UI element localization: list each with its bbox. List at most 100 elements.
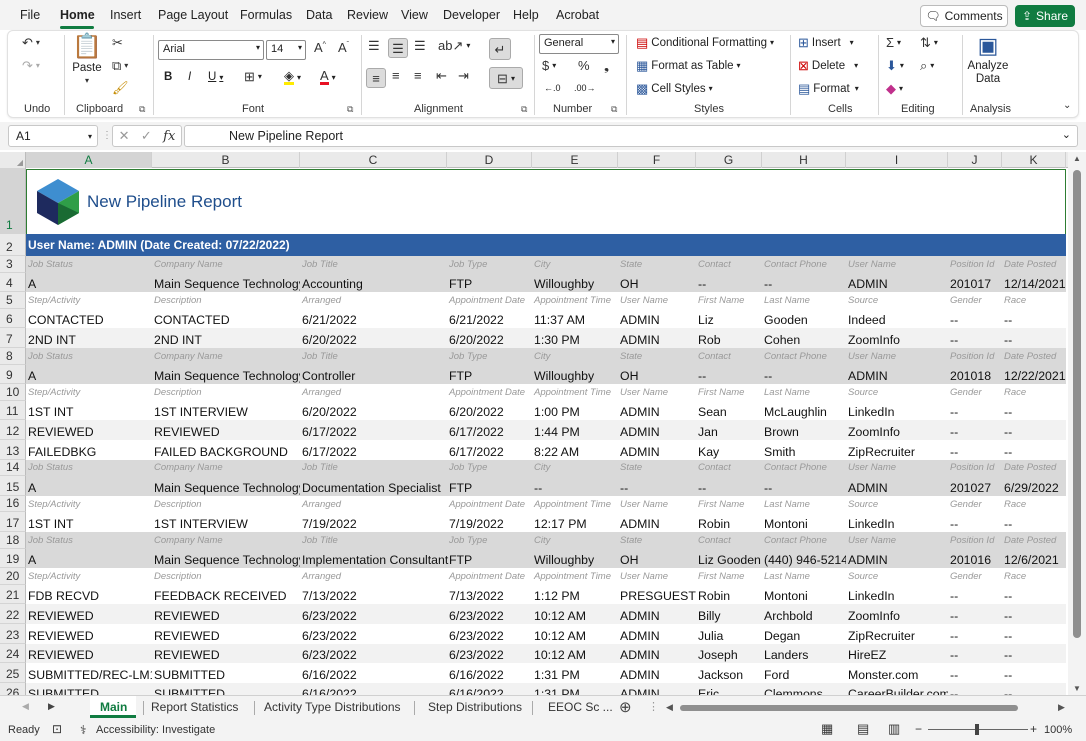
cell-e21[interactable]: 1:12 PM [532,585,618,605]
row-header-26[interactable]: 26 [0,682,26,695]
tab-split-icon[interactable]: ⋮ [648,700,659,713]
worksheet-grid[interactable]: ABCDEFGHIJK ◢ 1 2 3 4 5 6 7 8 9 10 11 12 13 14 15 16 17 1… [0,152,1068,695]
next-sheet-icon[interactable]: ▶ [48,701,55,712]
insert-function-icon[interactable]: fx [163,129,175,144]
increase-decimal-button[interactable]: ←.0 [544,83,561,93]
cell-a15[interactable]: A [26,476,152,496]
column-header-f[interactable]: F [618,152,696,168]
conditional-formatting-button[interactable]: ▤ Conditional Formatting ▾ [636,36,774,49]
cell-k6[interactable]: -- [1002,309,1066,329]
cell-k15[interactable]: 6/29/2022 [1002,476,1066,496]
menu-view[interactable]: View [401,8,428,22]
cell-e9[interactable]: Willoughby [532,365,618,385]
cell-f23[interactable]: ADMIN [618,624,696,644]
cell-i12[interactable]: ZoomInfo [846,420,948,440]
row-header-12[interactable]: 12 [0,420,26,440]
font-launcher-icon[interactable]: ⧉ [347,104,353,115]
cut-button[interactable]: ✂ [112,36,123,49]
cell-d6[interactable]: 6/21/2022 [447,309,532,329]
cell-a12[interactable]: REVIEWED [26,420,152,440]
cell-b11[interactable]: 1ST INTERVIEW [152,401,300,421]
cell-e15[interactable]: -- [532,476,618,496]
sort-filter-button[interactable]: ⇅ ▾ [920,36,938,49]
cell-h11[interactable]: McLaughlin [762,401,846,421]
cell-g25[interactable]: Jackson [696,663,762,683]
accessibility-icon[interactable]: ⚕ [80,723,87,737]
cell-c22[interactable]: 6/23/2022 [300,604,447,624]
clipboard-launcher-icon[interactable]: ⧉ [139,104,145,115]
borders-button[interactable]: ⊞ ▾ [244,70,262,83]
cell-g19[interactable]: Liz Gooden [696,549,762,569]
cell-i23[interactable]: ZipRecruiter [846,624,948,644]
cell-g23[interactable]: Julia [696,624,762,644]
cell-j21[interactable]: -- [948,585,1002,605]
italic-button[interactable]: I [188,71,191,83]
cell-e22[interactable]: 10:12 AM [532,604,618,624]
row-header-18[interactable]: 18 [0,532,26,549]
cell-j19[interactable]: 201016 [948,549,1002,569]
accessibility-status[interactable]: Accessibility: Investigate [96,724,215,736]
cell-b21[interactable]: FEEDBACK RECEIVED [152,585,300,605]
cell-h25[interactable]: Ford [762,663,846,683]
sheet-tab-3[interactable]: Step Distributions [428,700,522,714]
cell-a17[interactable]: 1ST INT [26,512,152,532]
menu-file[interactable]: File [20,8,40,22]
cell-k13[interactable]: -- [1002,440,1066,460]
number-launcher-icon[interactable]: ⧉ [611,104,617,115]
cell-h12[interactable]: Brown [762,420,846,440]
cell-d13[interactable]: 6/17/2022 [447,440,532,460]
cell-k11[interactable]: -- [1002,401,1066,421]
row-header-2[interactable]: 2 [0,234,26,256]
column-header-k[interactable]: K [1002,152,1066,168]
cell-i9[interactable]: ADMIN [846,365,948,385]
top-align-button[interactable]: ☰ [368,39,380,52]
share-button[interactable]: ⇪ Share [1015,5,1075,27]
cell-i22[interactable]: ZoomInfo [846,604,948,624]
column-header-h[interactable]: H [762,152,846,168]
cell-b22[interactable]: REVIEWED [152,604,300,624]
cell-f25[interactable]: ADMIN [618,663,696,683]
cell-d17[interactable]: 7/19/2022 [447,512,532,532]
page-layout-view-icon[interactable]: ▤ [857,721,869,737]
cell-i25[interactable]: Monster.com [846,663,948,683]
cell-g21[interactable]: Robin [696,585,762,605]
cell-b26[interactable]: SUBMITTED [152,683,300,695]
bottom-align-button[interactable]: ☰ [414,39,426,52]
sheet-tab-1[interactable]: Report Statistics [151,700,238,714]
clear-button[interactable]: ◆ ▾ [886,82,903,95]
cell-g15[interactable]: -- [696,476,762,496]
middle-align-button[interactable]: ☰ [388,38,408,58]
autosum-button[interactable]: Σ ▾ [886,36,901,49]
cell-k24[interactable]: -- [1002,644,1066,664]
cell-a24[interactable]: REVIEWED [26,644,152,664]
cell-k21[interactable]: -- [1002,585,1066,605]
fill-color-button[interactable]: ◈ ▾ [284,69,301,85]
cell-e24[interactable]: 10:12 AM [532,644,618,664]
cell-b13[interactable]: FAILED BACKGROUND [152,440,300,460]
cell-f22[interactable]: ADMIN [618,604,696,624]
increase-font-button[interactable]: A^ [314,41,326,54]
cell-h19[interactable]: (440) 946-5214 [762,549,846,569]
sheet-tab-4[interactable]: EEOC Sc ... [548,700,613,714]
scroll-right-icon[interactable]: ▶ [1058,702,1065,713]
insert-cells-button[interactable]: ⊞ Insert ▾ [798,36,854,49]
cell-j25[interactable]: -- [948,663,1002,683]
cell-a22[interactable]: REVIEWED [26,604,152,624]
menu-formulas[interactable]: Formulas [240,8,292,22]
decrease-decimal-button[interactable]: .00→ [574,83,596,93]
menu-help[interactable]: Help [513,8,539,22]
column-header-a[interactable]: A [26,152,152,168]
cell-k19[interactable]: 12/6/2021 [1002,549,1066,569]
horizontal-scroll-thumb[interactable] [680,705,1018,711]
format-as-table-button[interactable]: ▦ Format as Table ▾ [636,59,741,72]
merge-center-button[interactable]: ⊟ ▾ [489,67,523,89]
column-header-b[interactable]: B [152,152,300,168]
cell-j6[interactable]: -- [948,309,1002,329]
menu-insert[interactable]: Insert [110,8,141,22]
cell-i24[interactable]: HireEZ [846,644,948,664]
cell-h22[interactable]: Archbold [762,604,846,624]
page-break-view-icon[interactable]: ▥ [888,721,900,737]
font-size-select[interactable]: 14 ▾ [266,40,306,60]
cell-f4[interactable]: OH [618,273,696,293]
cell-e25[interactable]: 1:31 PM [532,663,618,683]
